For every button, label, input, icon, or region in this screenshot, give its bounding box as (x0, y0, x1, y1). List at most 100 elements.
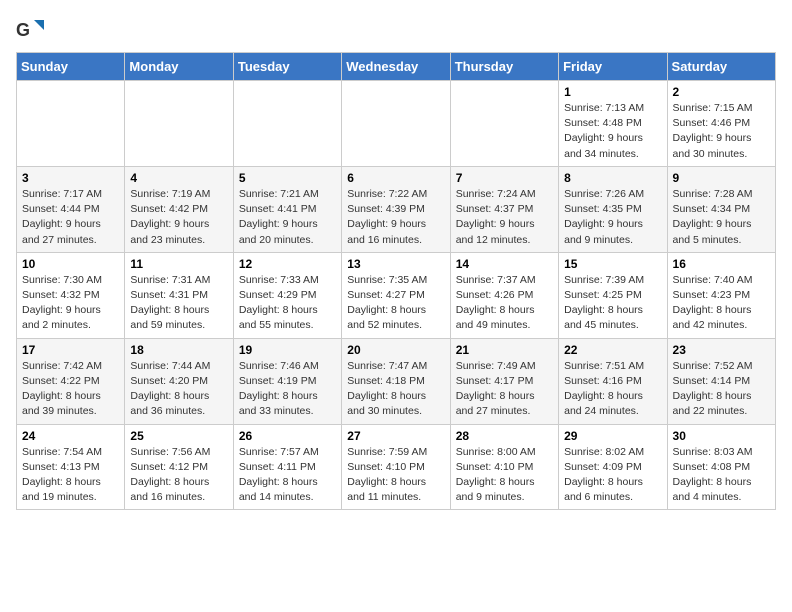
day-number: 6 (347, 171, 444, 185)
day-info: Sunrise: 7:51 AMSunset: 4:16 PMDaylight:… (564, 359, 661, 420)
calendar-cell: 26 Sunrise: 7:57 AMSunset: 4:11 PMDayligh… (233, 424, 341, 510)
day-info: Sunrise: 7:49 AMSunset: 4:17 PMDaylight:… (456, 359, 553, 420)
day-info: Sunrise: 8:00 AMSunset: 4:10 PMDaylight:… (456, 445, 553, 506)
calendar-cell: 14 Sunrise: 7:37 AMSunset: 4:26 PMDayligh… (450, 252, 558, 338)
calendar-cell: 27 Sunrise: 7:59 AMSunset: 4:10 PMDayligh… (342, 424, 450, 510)
calendar-week-5: 24 Sunrise: 7:54 AMSunset: 4:13 PMDayligh… (17, 424, 776, 510)
day-info: Sunrise: 8:03 AMSunset: 4:08 PMDaylight:… (673, 445, 770, 506)
day-number: 29 (564, 429, 661, 443)
day-info: Sunrise: 7:17 AMSunset: 4:44 PMDaylight:… (22, 187, 119, 248)
calendar-cell: 20 Sunrise: 7:47 AMSunset: 4:18 PMDayligh… (342, 338, 450, 424)
calendar-week-2: 3 Sunrise: 7:17 AMSunset: 4:44 PMDaylight… (17, 166, 776, 252)
day-number: 1 (564, 85, 661, 99)
calendar-cell: 25Sunrise: 7:56 AMSunset: 4:12 PMDayligh… (125, 424, 233, 510)
logo: G (16, 16, 48, 44)
calendar-cell: 1 Sunrise: 7:13 AMSunset: 4:48 PMDaylight… (559, 81, 667, 167)
day-info: Sunrise: 7:46 AMSunset: 4:19 PMDaylight:… (239, 359, 336, 420)
weekday-header-row: SundayMondayTuesdayWednesdayThursdayFrid… (17, 53, 776, 81)
day-info: Sunrise: 7:57 AMSunset: 4:11 PMDaylight:… (239, 445, 336, 506)
day-info: Sunrise: 7:19 AMSunset: 4:42 PMDaylight:… (130, 187, 227, 248)
calendar-week-4: 17Sunrise: 7:42 AMSunset: 4:22 PMDayligh… (17, 338, 776, 424)
day-info: Sunrise: 7:13 AMSunset: 4:48 PMDaylight:… (564, 101, 661, 162)
day-info: Sunrise: 7:21 AMSunset: 4:41 PMDaylight:… (239, 187, 336, 248)
calendar-cell: 13 Sunrise: 7:35 AMSunset: 4:27 PMDayligh… (342, 252, 450, 338)
calendar-cell: 8 Sunrise: 7:26 AMSunset: 4:35 PMDaylight… (559, 166, 667, 252)
logo-icon: G (16, 16, 44, 44)
calendar-cell: 3 Sunrise: 7:17 AMSunset: 4:44 PMDaylight… (17, 166, 125, 252)
day-number: 20 (347, 343, 444, 357)
calendar-cell: 9 Sunrise: 7:28 AMSunset: 4:34 PMDaylight… (667, 166, 775, 252)
day-info: Sunrise: 8:02 AMSunset: 4:09 PMDaylight:… (564, 445, 661, 506)
day-number: 10 (22, 257, 119, 271)
calendar-table: SundayMondayTuesdayWednesdayThursdayFrid… (16, 52, 776, 510)
day-info: Sunrise: 7:47 AMSunset: 4:18 PMDaylight:… (347, 359, 444, 420)
day-info: Sunrise: 7:52 AMSunset: 4:14 PMDaylight:… (673, 359, 770, 420)
calendar-cell: 23 Sunrise: 7:52 AMSunset: 4:14 PMDayligh… (667, 338, 775, 424)
day-number: 22 (564, 343, 661, 357)
day-number: 19 (239, 343, 336, 357)
calendar-cell: 2 Sunrise: 7:15 AMSunset: 4:46 PMDaylight… (667, 81, 775, 167)
day-number: 30 (673, 429, 770, 443)
calendar-cell: 24 Sunrise: 7:54 AMSunset: 4:13 PMDayligh… (17, 424, 125, 510)
calendar-cell: 29 Sunrise: 8:02 AMSunset: 4:09 PMDayligh… (559, 424, 667, 510)
day-number: 13 (347, 257, 444, 271)
calendar-cell: 15 Sunrise: 7:39 AMSunset: 4:25 PMDayligh… (559, 252, 667, 338)
weekday-header-tuesday: Tuesday (233, 53, 341, 81)
weekday-header-monday: Monday (125, 53, 233, 81)
day-number: 27 (347, 429, 444, 443)
calendar-cell (17, 81, 125, 167)
weekday-header-friday: Friday (559, 53, 667, 81)
day-number: 24 (22, 429, 119, 443)
day-number: 23 (673, 343, 770, 357)
day-number: 21 (456, 343, 553, 357)
day-info: Sunrise: 7:59 AMSunset: 4:10 PMDaylight:… (347, 445, 444, 506)
calendar-cell: 28 Sunrise: 8:00 AMSunset: 4:10 PMDayligh… (450, 424, 558, 510)
day-number: 17 (22, 343, 119, 357)
calendar-week-1: 1 Sunrise: 7:13 AMSunset: 4:48 PMDaylight… (17, 81, 776, 167)
day-number: 28 (456, 429, 553, 443)
weekday-header-saturday: Saturday (667, 53, 775, 81)
calendar-cell: 21 Sunrise: 7:49 AMSunset: 4:17 PMDayligh… (450, 338, 558, 424)
day-info: Sunrise: 7:37 AMSunset: 4:26 PMDaylight:… (456, 273, 553, 334)
calendar-cell: 22 Sunrise: 7:51 AMSunset: 4:16 PMDayligh… (559, 338, 667, 424)
day-info: Sunrise: 7:15 AMSunset: 4:46 PMDaylight:… (673, 101, 770, 162)
day-number: 9 (673, 171, 770, 185)
day-number: 14 (456, 257, 553, 271)
calendar-cell (125, 81, 233, 167)
calendar-cell: 6 Sunrise: 7:22 AMSunset: 4:39 PMDaylight… (342, 166, 450, 252)
day-info: Sunrise: 7:35 AMSunset: 4:27 PMDaylight:… (347, 273, 444, 334)
calendar-cell: 4Sunrise: 7:19 AMSunset: 4:42 PMDaylight… (125, 166, 233, 252)
day-number: 7 (456, 171, 553, 185)
day-number: 11 (130, 257, 227, 271)
day-info: Sunrise: 7:54 AMSunset: 4:13 PMDaylight:… (22, 445, 119, 506)
calendar-cell: 10Sunrise: 7:30 AMSunset: 4:32 PMDayligh… (17, 252, 125, 338)
day-number: 3 (22, 171, 119, 185)
day-number: 16 (673, 257, 770, 271)
day-info: Sunrise: 7:28 AMSunset: 4:34 PMDaylight:… (673, 187, 770, 248)
weekday-header-wednesday: Wednesday (342, 53, 450, 81)
calendar-cell: 5 Sunrise: 7:21 AMSunset: 4:41 PMDaylight… (233, 166, 341, 252)
calendar-cell: 17Sunrise: 7:42 AMSunset: 4:22 PMDayligh… (17, 338, 125, 424)
calendar-cell: 30 Sunrise: 8:03 AMSunset: 4:08 PMDayligh… (667, 424, 775, 510)
page-header: G (16, 16, 776, 44)
day-number: 15 (564, 257, 661, 271)
calendar-cell (450, 81, 558, 167)
day-number: 5 (239, 171, 336, 185)
calendar-week-3: 10Sunrise: 7:30 AMSunset: 4:32 PMDayligh… (17, 252, 776, 338)
day-number: 8 (564, 171, 661, 185)
day-info: Sunrise: 7:22 AMSunset: 4:39 PMDaylight:… (347, 187, 444, 248)
calendar-cell (342, 81, 450, 167)
day-info: Sunrise: 7:39 AMSunset: 4:25 PMDaylight:… (564, 273, 661, 334)
day-number: 18 (130, 343, 227, 357)
day-number: 2 (673, 85, 770, 99)
day-number: 26 (239, 429, 336, 443)
calendar-cell: 16 Sunrise: 7:40 AMSunset: 4:23 PMDayligh… (667, 252, 775, 338)
day-info: Sunrise: 7:33 AMSunset: 4:29 PMDaylight:… (239, 273, 336, 334)
calendar-cell (233, 81, 341, 167)
day-info: Sunrise: 7:40 AMSunset: 4:23 PMDaylight:… (673, 273, 770, 334)
day-info: Sunrise: 7:44 AMSunset: 4:20 PMDaylight:… (130, 359, 227, 420)
day-info: Sunrise: 7:26 AMSunset: 4:35 PMDaylight:… (564, 187, 661, 248)
day-info: Sunrise: 7:56 AMSunset: 4:12 PMDaylight:… (130, 445, 227, 506)
calendar-cell: 11Sunrise: 7:31 AMSunset: 4:31 PMDayligh… (125, 252, 233, 338)
svg-text:G: G (16, 20, 30, 40)
